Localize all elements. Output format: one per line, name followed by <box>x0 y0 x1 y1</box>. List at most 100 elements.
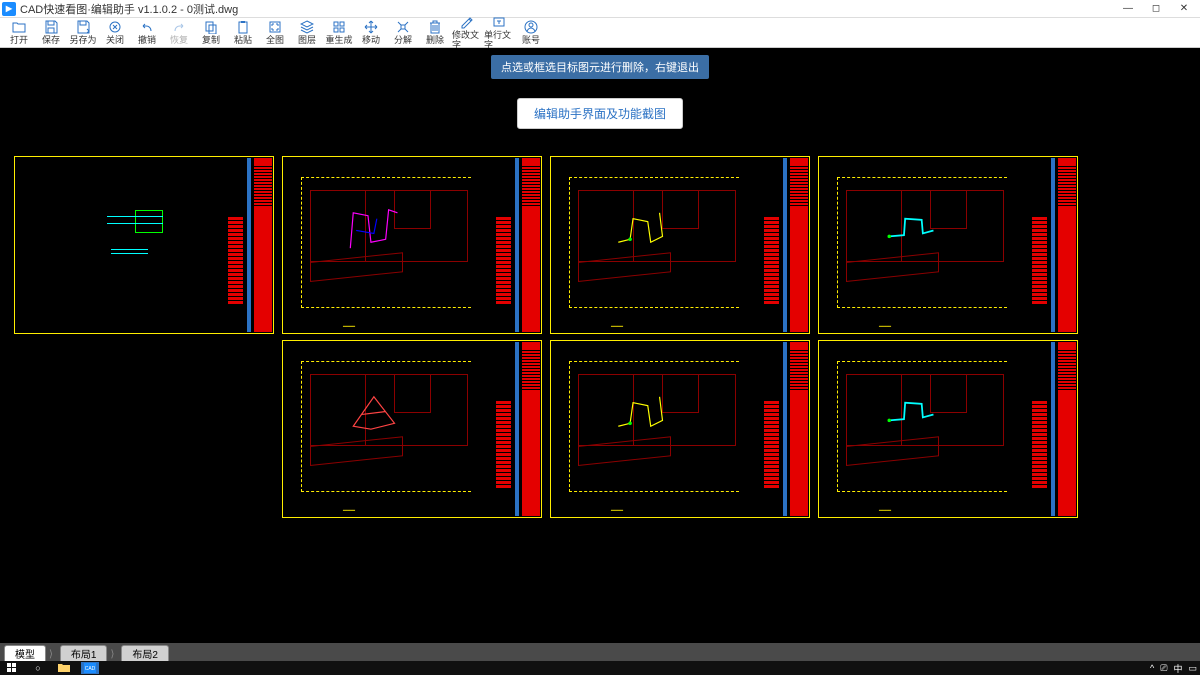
toolbar-label: 图层 <box>298 35 316 45</box>
title-bar: ▶ CAD快速看图·编辑助手 v1.1.0.2 - 0测试.dwg — ◻ ✕ <box>0 0 1200 18</box>
layer-button[interactable]: 图层 <box>292 19 322 47</box>
sheet-stripe <box>783 158 787 332</box>
drawing-sheet-3[interactable]: ━━━━ <box>818 156 1078 334</box>
tray-chevron-icon[interactable]: ^ <box>1150 663 1154 673</box>
toolbar-label: 分解 <box>394 35 412 45</box>
title-block <box>1058 158 1076 332</box>
toolbar-label: 移动 <box>362 35 380 45</box>
layer-icon <box>299 20 315 34</box>
saveas-button[interactable]: 另存为 <box>68 19 98 47</box>
toolbar-label: 删除 <box>426 35 444 45</box>
sheet-stripe <box>247 158 251 332</box>
explode-button[interactable]: 分解 <box>388 19 418 47</box>
drawing-sheet-6[interactable]: ━━━━ <box>818 340 1078 518</box>
full-icon <box>267 20 283 34</box>
drawing-sheet-0[interactable] <box>14 156 274 334</box>
screenshot-button[interactable]: 编辑助手界面及功能截图 <box>517 98 683 129</box>
title-block <box>522 342 540 516</box>
system-tray[interactable]: ^ ⎚ 中 ▭ <box>1150 662 1197 675</box>
tab-layout2[interactable]: 布局2 <box>121 645 169 661</box>
svg-text:CAD: CAD <box>85 666 96 672</box>
close-button[interactable]: ✕ <box>1170 0 1198 18</box>
tab-separator: ⟩ <box>110 649 114 660</box>
edittext-button[interactable]: 修改文字 <box>452 19 482 47</box>
open-icon <box>11 20 27 34</box>
toolbar-label: 全图 <box>266 35 284 45</box>
sheet-stripe <box>1051 158 1055 332</box>
drawing-canvas[interactable]: 点选或框选目标图元进行删除，右键退出 编辑助手界面及功能截图 ━━━━ <box>0 48 1200 643</box>
command-tooltip: 点选或框选目标图元进行删除，右键退出 <box>491 55 709 79</box>
toolbar-label: 撤销 <box>138 35 156 45</box>
maximize-button[interactable]: ◻ <box>1142 0 1170 18</box>
minimize-button[interactable]: — <box>1114 0 1142 18</box>
title-block <box>254 158 272 332</box>
open-button[interactable]: 打开 <box>4 19 34 47</box>
regen-button[interactable]: 重生成 <box>324 19 354 47</box>
annotation-bars <box>496 217 511 332</box>
sheet-label: ━━━━ <box>879 508 891 514</box>
app-icon: ▶ <box>2 2 16 16</box>
start-button[interactable] <box>3 662 21 674</box>
close-icon <box>107 20 123 34</box>
sheet-label: ━━━━ <box>343 324 355 330</box>
tray-ime-icon[interactable]: 中 <box>1173 662 1182 675</box>
move-icon <box>363 20 379 34</box>
delete-icon <box>427 20 443 34</box>
toolbar: 打开 保存另存为关闭撤销 恢复 复制 粘贴 全图 图层重生成移动 分解 删除修改文字单行文字账号 <box>0 18 1200 48</box>
saveas-icon <box>75 20 91 34</box>
undo-button[interactable]: 撤销 <box>132 19 162 47</box>
title-block <box>790 342 808 516</box>
explode-icon <box>395 20 411 34</box>
toolbar-label: 重生成 <box>325 35 352 45</box>
tab-model[interactable]: 模型 <box>4 645 46 661</box>
explorer-icon[interactable] <box>55 662 73 674</box>
floor-plan <box>301 361 486 492</box>
title-block <box>522 158 540 332</box>
annotation-bars <box>228 217 243 332</box>
toolbar-label: 保存 <box>42 35 60 45</box>
move-button[interactable]: 移动 <box>356 19 386 47</box>
cad-app-icon[interactable]: CAD <box>81 662 99 674</box>
sheet-stripe <box>515 342 519 516</box>
redo-icon <box>171 20 187 34</box>
floor-plan <box>837 361 1022 492</box>
tab-separator: ⟩ <box>49 649 53 660</box>
full-button[interactable]: 全图 <box>260 19 290 47</box>
toolbar-label: 恢复 <box>170 35 188 45</box>
sheet-stripe <box>515 158 519 332</box>
delete-button[interactable]: 删除 <box>420 19 450 47</box>
annotation-bars <box>1032 401 1047 516</box>
title-block <box>790 158 808 332</box>
floor-plan <box>301 177 486 308</box>
tray-display-icon[interactable]: ⎚ <box>1160 663 1167 674</box>
floor-plan <box>33 177 218 308</box>
window-title: CAD快速看图·编辑助手 v1.1.0.2 - 0测试.dwg <box>20 1 1114 17</box>
close-button[interactable]: 关闭 <box>100 19 130 47</box>
tab-layout1[interactable]: 布局1 <box>60 645 108 661</box>
drawing-sheet-1[interactable]: ━━━━ <box>282 156 542 334</box>
account-button[interactable]: 账号 <box>516 19 546 47</box>
annotation-bars <box>1032 217 1047 332</box>
toolbar-label: 另存为 <box>69 35 96 45</box>
floor-plan <box>569 177 754 308</box>
toolbar-label: 单行文字 <box>484 30 514 50</box>
redo-button: 恢复 <box>164 19 194 47</box>
drawing-sheet-5[interactable]: ━━━━ <box>550 340 810 518</box>
toolbar-label: 粘贴 <box>234 35 252 45</box>
copy-button[interactable]: 复制 <box>196 19 226 47</box>
sheet-label: ━━━━ <box>611 324 623 330</box>
text-icon <box>491 15 507 29</box>
window-controls: — ◻ ✕ <box>1114 0 1198 18</box>
sheet-stripe <box>783 342 787 516</box>
tray-notification-icon[interactable]: ▭ <box>1188 663 1197 674</box>
save-button[interactable]: 保存 <box>36 19 66 47</box>
toolbar-label: 复制 <box>202 35 220 45</box>
text-button[interactable]: 单行文字 <box>484 19 514 47</box>
paste-button[interactable]: 粘贴 <box>228 19 258 47</box>
sheet-grid: ━━━━ ━━━━ ━━━━ <box>14 156 1078 518</box>
annotation-bars <box>496 401 511 516</box>
search-button[interactable]: ○ <box>29 662 47 674</box>
toolbar-label: 打开 <box>10 35 28 45</box>
drawing-sheet-4[interactable]: ━━━━ <box>282 340 542 518</box>
drawing-sheet-2[interactable]: ━━━━ <box>550 156 810 334</box>
